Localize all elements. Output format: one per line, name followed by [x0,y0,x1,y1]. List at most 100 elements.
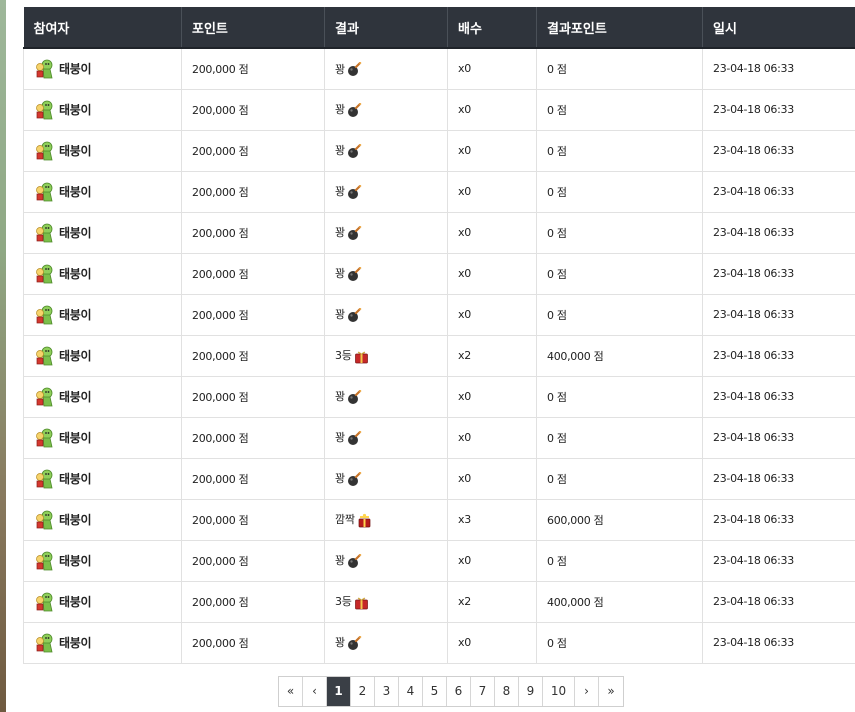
participant-name[interactable]: 태붕이 [59,513,92,527]
multiplier-cell: x2 [447,581,537,623]
multiplier-cell: x0 [447,89,537,131]
result-point-cell: 400,000 점 [536,581,703,623]
participant-name[interactable]: 태붕이 [59,636,92,650]
page-button-2[interactable]: 2 [351,677,375,706]
multiplier-cell: x2 [447,335,537,377]
next-page-button[interactable]: › [575,677,599,706]
multiplier-cell: x0 [447,130,537,172]
participant-name[interactable]: 태붕이 [59,62,92,76]
page-button-10[interactable]: 10 [543,677,575,706]
participant-name[interactable]: 태붕이 [59,308,92,322]
participant-name[interactable]: 태붕이 [59,390,92,404]
participant-name[interactable]: 태붕이 [59,472,92,486]
result-point-cell: 0 점 [536,212,703,254]
result-label: 꽝 [335,185,345,199]
participant-name[interactable]: 태붕이 [59,103,92,117]
result-label: 꽝 [335,636,345,650]
table-row: 태붕이 200,000 점 꽝 x0 0 점 23-04-18 06:33 [23,294,855,336]
participant-name[interactable]: 태붕이 [59,267,92,281]
multiplier-cell: x0 [447,376,537,418]
page-button-9[interactable]: 9 [519,677,543,706]
bomb-icon [345,102,362,117]
datetime-cell: 23-04-18 06:33 [702,48,855,90]
participant-cell: 태붕이 [23,458,182,500]
result-label: 꽝 [335,144,345,158]
column-header-result[interactable]: 결과 [324,7,448,49]
result-cell: 꽝 [324,171,448,213]
point-cell: 200,000 점 [181,376,325,418]
datetime-cell: 23-04-18 06:33 [702,622,855,664]
avatar-icon [36,592,53,611]
point-cell: 200,000 점 [181,89,325,131]
table-row: 태붕이 200,000 점 꽝 x0 0 점 23-04-18 06:33 [23,171,855,213]
column-header-datetime[interactable]: 일시 [702,7,855,49]
result-point-cell: 0 점 [536,417,703,459]
result-point-cell: 0 점 [536,294,703,336]
result-point-cell: 0 점 [536,253,703,295]
bomb-icon [345,62,362,76]
result-point-cell: 0 점 [536,130,703,172]
last-page-button[interactable]: » [599,677,623,706]
participant-cell: 태붕이 [23,417,182,459]
result-cell: 꽝 [324,540,448,582]
participant-name[interactable]: 태붕이 [59,554,92,568]
multiplier-cell: x3 [447,499,537,541]
prev-page-button[interactable]: ‹ [303,677,327,706]
point-cell: 200,000 점 [181,581,325,623]
page-button-6[interactable]: 6 [447,677,471,706]
table-row: 태붕이 200,000 점 깜짝 x3 600,000 점 23-04-18 06:33 [23,499,855,541]
game-history-table: 참여자 포인트 결과 배수 결과포인트 일시 태붕이 200,000 점 꽝 x0 0 … [23,7,855,664]
result-point-cell: 0 점 [536,89,703,131]
avatar-icon [36,264,53,283]
participant-name[interactable]: 태붕이 [59,226,92,240]
point-cell: 200,000 점 [181,171,325,213]
bomb-icon [345,225,362,240]
first-page-button[interactable]: « [279,677,303,706]
participant-cell: 태붕이 [23,540,182,582]
avatar-icon [36,428,53,447]
point-cell: 200,000 점 [181,622,325,664]
surprise-gift-icon [355,513,372,528]
table-row: 태붕이 200,000 점 꽝 x0 0 점 23-04-18 06:33 [23,540,855,582]
participant-name[interactable]: 태붕이 [59,144,92,158]
result-cell: 3등 [324,581,448,623]
gift-icon [352,349,369,364]
participant-name[interactable]: 태붕이 [59,595,92,609]
table-row: 태붕이 200,000 점 꽝 x0 0 점 23-04-18 06:33 [23,48,855,90]
participant-name[interactable]: 태붕이 [59,349,92,363]
result-cell: 꽝 [324,458,448,500]
page-button-3[interactable]: 3 [375,677,399,706]
column-header-result-point[interactable]: 결과포인트 [536,7,703,49]
pagination: « ‹ 1 2 3 4 5 6 7 8 9 10 › » [278,676,624,707]
participant-name[interactable]: 태붕이 [59,431,92,445]
page-button-4[interactable]: 4 [399,677,423,706]
datetime-cell: 23-04-18 06:33 [702,458,855,500]
column-header-multiplier[interactable]: 배수 [447,7,537,49]
point-cell: 200,000 점 [181,212,325,254]
result-cell: 꽝 [324,89,448,131]
page-button-7[interactable]: 7 [471,677,495,706]
table-row: 태붕이 200,000 점 3등 x2 400,000 점 23-04-18 06:33 [23,581,855,623]
column-header-point[interactable]: 포인트 [181,7,325,49]
gift-icon [352,595,369,610]
bomb-icon [345,635,362,650]
participant-name[interactable]: 태붕이 [59,185,92,199]
point-cell: 200,000 점 [181,458,325,500]
point-cell: 200,000 점 [181,48,325,90]
page-button-1[interactable]: 1 [327,677,351,706]
multiplier-cell: x0 [447,171,537,213]
avatar-icon [36,100,53,119]
avatar-icon [36,141,53,160]
column-header-participant[interactable]: 참여자 [23,7,182,49]
datetime-cell: 23-04-18 06:33 [702,212,855,254]
point-cell: 200,000 점 [181,130,325,172]
page-button-8[interactable]: 8 [495,677,519,706]
datetime-cell: 23-04-18 06:33 [702,89,855,131]
page-button-5[interactable]: 5 [423,677,447,706]
result-cell: 꽝 [324,376,448,418]
result-point-cell: 0 점 [536,622,703,664]
participant-cell: 태붕이 [23,376,182,418]
result-point-cell: 0 점 [536,171,703,213]
result-cell: 꽝 [324,130,448,172]
avatar-icon [36,633,53,652]
